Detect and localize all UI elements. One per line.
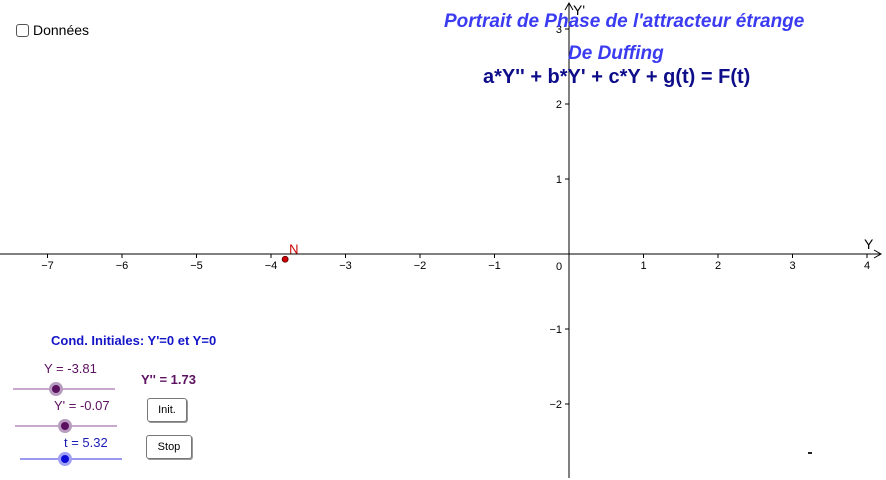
x-tick-label: −7 bbox=[41, 260, 54, 272]
point-n-marker bbox=[281, 255, 289, 263]
x-tick-label: −1 bbox=[488, 260, 501, 272]
slider-y-label: Y = -3.81 bbox=[44, 361, 97, 376]
y-tick-label: −2 bbox=[549, 399, 562, 411]
x-axis-label: Y bbox=[864, 236, 874, 252]
x-tick-label: 2 bbox=[715, 260, 721, 272]
checkbox-label: Données bbox=[33, 22, 90, 38]
ypp-readout: Y'' = 1.73 bbox=[141, 372, 196, 387]
slider-t-knob[interactable] bbox=[58, 452, 72, 466]
checkbox-box[interactable] bbox=[16, 23, 29, 37]
x-tick-label: −6 bbox=[116, 260, 129, 272]
app-logo-icon bbox=[808, 445, 812, 454]
point-n-label: N bbox=[289, 241, 298, 256]
title-line-1: Portrait de Phase de l'attracteur étrang… bbox=[444, 11, 805, 32]
slider-yp-label: Y' = -0.07 bbox=[54, 398, 110, 413]
point-n[interactable]: N bbox=[281, 241, 299, 263]
x-tick-label: −5 bbox=[190, 260, 203, 272]
y-tick-label: 1 bbox=[556, 174, 562, 186]
initial-conditions-text: Cond. Initiales: Y'=0 et Y=0 bbox=[51, 333, 217, 348]
x-tick-label: −2 bbox=[414, 260, 427, 272]
slider-y-knob[interactable] bbox=[49, 382, 63, 396]
x-tick-label: 1 bbox=[640, 260, 646, 272]
init-button[interactable]: Init. bbox=[147, 398, 187, 422]
donnees-checkbox[interactable]: Données bbox=[16, 22, 89, 38]
y-tick-label: −1 bbox=[549, 324, 562, 336]
origin-label: 0 bbox=[556, 261, 562, 273]
coordinate-graph[interactable]: Y0−7 −6 −5 −4 −3 −2 −1 1 2 3 4 Y'−2−1123 N bbox=[0, 0, 886, 480]
x-tick-label: 4 bbox=[864, 260, 870, 272]
x-tick-label: 3 bbox=[789, 260, 795, 272]
slider-t-label: t = 5.32 bbox=[64, 435, 108, 450]
x-tick-label: −4 bbox=[265, 260, 278, 272]
x-tick-label: −3 bbox=[339, 260, 352, 272]
equation-text: a*Y'' + b*Y' + c*Y + g(t) = F(t) bbox=[483, 66, 751, 88]
slider-yp-knob[interactable] bbox=[58, 419, 72, 433]
title-line-2: De Duffing bbox=[568, 43, 664, 64]
slider-y-track[interactable] bbox=[13, 388, 115, 390]
stop-button[interactable]: Stop bbox=[146, 435, 192, 459]
y-tick-label: 2 bbox=[556, 99, 562, 111]
x-axis: Y 0 −7 −6 −5 −4 −3 −2 −1 1 2 3 4 bbox=[0, 236, 883, 273]
